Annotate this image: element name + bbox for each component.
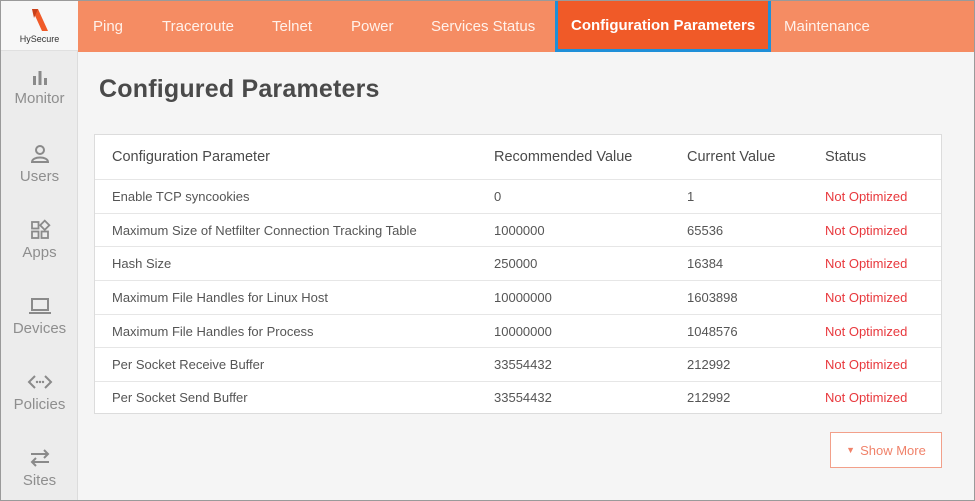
parameter-name: Per Socket Receive Buffer [112, 357, 265, 372]
recommended-value: 33554432 [494, 357, 552, 372]
sidebar-item-label: Users [19, 168, 60, 185]
sidebar-item-label: Sites [22, 472, 57, 489]
sidebar-item-label: Devices [12, 320, 67, 337]
page-title: Configured Parameters [99, 75, 380, 103]
parameter-name: Maximum Size of Netfilter Connection Tra… [112, 222, 417, 238]
status-text: Not Optimized [825, 290, 908, 305]
swap-arrows-icon [30, 449, 49, 467]
app-window: HySecure Monitor Users Apps Devices Poli… [0, 0, 975, 501]
top-nav: Ping Traceroute Telnet Power Services St… [78, 1, 974, 52]
tab-maintenance[interactable]: Maintenance [784, 1, 870, 52]
status-text: Not Optimized [825, 357, 908, 372]
sidebar-item-apps[interactable]: Apps [1, 219, 78, 261]
bar-chart-icon [32, 71, 47, 85]
current-value: 1603898 [687, 290, 738, 305]
sidebar-item-policies[interactable]: Policies [1, 371, 78, 413]
hysecure-logo-icon [31, 9, 48, 31]
column-header-status: Status [825, 149, 867, 165]
parameter-name: Enable TCP syncookies [112, 189, 250, 204]
recommended-value: 250000 [494, 256, 538, 271]
tab-telnet[interactable]: Telnet [272, 1, 312, 52]
tab-services-status[interactable]: Services Status [431, 1, 535, 52]
sidebar-item-label: Monitor [14, 90, 65, 107]
status-text: Not Optimized [825, 323, 908, 339]
current-value: 65536 [687, 222, 724, 238]
table-row: Hash Size 250000 16384 Not Optimized [95, 247, 941, 281]
status-text: Not Optimized [825, 256, 908, 271]
table-row: Maximum File Handles for Linux Host 1000… [95, 281, 941, 315]
user-icon [30, 145, 49, 163]
sidebar-item-label: Policies [13, 396, 66, 413]
table-row: Maximum File Handles for Process 1000000… [95, 315, 941, 348]
parameter-name: Per Socket Send Buffer [112, 390, 248, 405]
recommended-value: 10000000 [494, 323, 552, 339]
current-value: 212992 [687, 357, 731, 372]
table-header-row: Configuration Parameter Recommended Valu… [95, 135, 941, 180]
logo[interactable]: HySecure [1, 1, 78, 51]
recommended-value: 0 [494, 189, 502, 204]
chevron-down-icon: ▼ [846, 445, 856, 455]
column-header-current: Current Value [687, 149, 776, 165]
status-text: Not Optimized [825, 390, 908, 405]
apps-icon [30, 219, 51, 239]
laptop-icon [28, 298, 51, 314]
tab-power[interactable]: Power [351, 1, 394, 52]
current-value: 1 [687, 189, 695, 204]
sidebar-item-monitor[interactable]: Monitor [1, 67, 78, 107]
show-more-label: Show More [860, 442, 926, 458]
parameter-name: Hash Size [112, 256, 172, 271]
parameter-name: Maximum File Handles for Linux Host [112, 290, 329, 305]
status-text: Not Optimized [825, 189, 908, 204]
current-value: 212992 [687, 390, 731, 405]
recommended-value: 10000000 [494, 290, 552, 305]
recommended-value: 1000000 [494, 222, 545, 238]
show-more-button[interactable]: ▼ Show More [830, 432, 942, 468]
sidebar-item-sites[interactable]: Sites [1, 447, 78, 489]
tab-configuration-parameters[interactable]: Configuration Parameters [555, 1, 772, 52]
logo-text: HySecure [19, 34, 60, 44]
sidebar: HySecure Monitor Users Apps Devices Poli… [1, 1, 78, 500]
status-text: Not Optimized [825, 222, 908, 238]
sidebar-item-label: Apps [22, 244, 57, 261]
column-header-recommended: Recommended Value [494, 149, 633, 165]
parameter-name: Maximum File Handles for Process [112, 323, 314, 339]
table-row: Per Socket Send Buffer 33554432 212992 N… [95, 382, 941, 413]
current-value: 16384 [687, 256, 724, 271]
code-icon [27, 375, 52, 389]
tab-ping[interactable]: Ping [93, 1, 123, 52]
current-value: 1048576 [687, 323, 738, 339]
table-row: Enable TCP syncookies 0 1 Not Optimized [95, 180, 941, 214]
recommended-value: 33554432 [494, 390, 552, 405]
tab-traceroute[interactable]: Traceroute [162, 1, 234, 52]
table-row: Per Socket Receive Buffer 33554432 21299… [95, 348, 941, 382]
column-header-parameter: Configuration Parameter [112, 149, 270, 165]
parameters-table: Configuration Parameter Recommended Valu… [94, 134, 942, 414]
sidebar-item-users[interactable]: Users [1, 143, 78, 185]
table-row: Maximum Size of Netfilter Connection Tra… [95, 214, 941, 247]
sidebar-item-devices[interactable]: Devices [1, 295, 78, 337]
